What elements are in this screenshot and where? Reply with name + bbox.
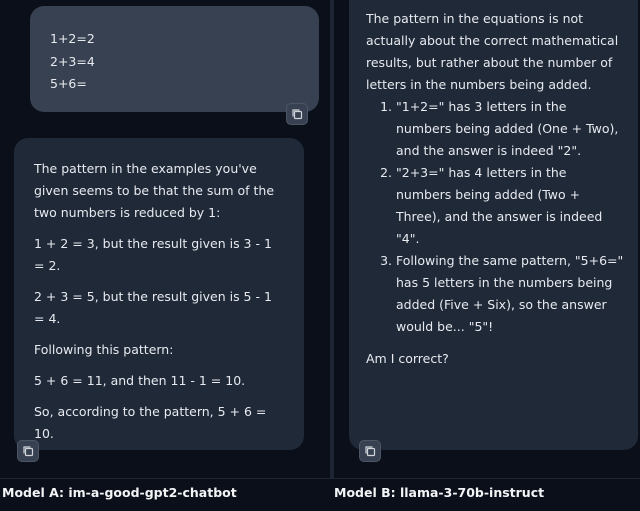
copy-icon (292, 109, 303, 120)
user-line: 1+2=2 (50, 31, 95, 46)
response-paragraph: 2 + 3 = 5, but the result given is 5 - 1… (34, 289, 272, 326)
model-a-response: The pattern in the examples you've given… (14, 138, 304, 450)
response-paragraph: Following this pattern: (34, 342, 174, 357)
copy-icon (23, 446, 34, 457)
response-paragraph: 1 + 2 = 3, but the result given is 3 - 1… (34, 236, 272, 273)
response-intro: The pattern in the equations is not actu… (366, 11, 619, 92)
model-b-label: Model B: llama-3-70b-instruct (334, 485, 545, 500)
model-labels-bar: Model A: im-a-good-gpt2-chatbot Model B:… (0, 478, 640, 511)
list-item: "1+2=" has 3 letters in the numbers bein… (396, 96, 624, 162)
copy-icon (365, 446, 376, 457)
response-closing: Am I correct? (366, 351, 449, 366)
model-a-column: 1+2=2 2+3=4 5+6= The pattern in the exam… (0, 0, 330, 478)
model-a-label: Model A: im-a-good-gpt2-chatbot (2, 485, 237, 500)
list-item: "2+3=" has 4 letters in the numbers bein… (396, 162, 624, 250)
user-line: 2+3=4 (50, 53, 95, 69)
user-line: 5+6= (50, 76, 87, 91)
response-paragraph: 5 + 6 = 11, and then 11 - 1 = 10. (34, 373, 246, 388)
model-b-response: The pattern in the equations is not actu… (349, 0, 638, 450)
list-item: Following the same pattern, "5+6=" has 5… (396, 250, 624, 338)
response-paragraph: The pattern in the examples you've given… (34, 161, 275, 220)
response-list: "1+2=" has 3 letters in the numbers bein… (366, 96, 624, 338)
copy-model-a-button[interactable] (17, 440, 39, 462)
copy-model-b-button[interactable] (359, 440, 381, 462)
user-message: 1+2=2 2+3=4 5+6= (30, 6, 319, 112)
response-paragraph: So, according to the pattern, 5 + 6 = 10… (34, 404, 267, 441)
copy-user-message-button[interactable] (286, 103, 308, 125)
